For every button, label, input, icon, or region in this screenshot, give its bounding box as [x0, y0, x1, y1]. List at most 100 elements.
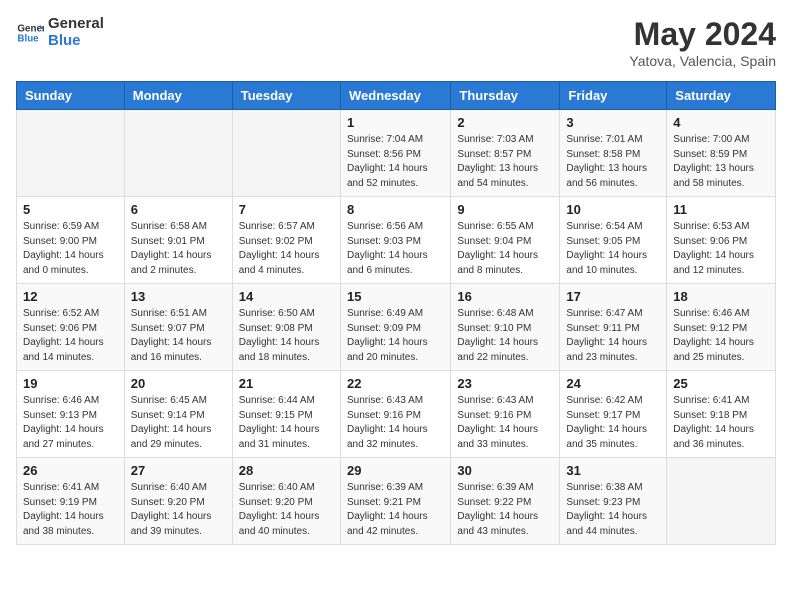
- calendar-day: 21Sunrise: 6:44 AMSunset: 9:15 PMDayligh…: [232, 371, 340, 458]
- day-number: 17: [566, 289, 660, 304]
- weekday-header-sunday: Sunday: [17, 82, 125, 110]
- day-number: 18: [673, 289, 769, 304]
- weekday-header-monday: Monday: [124, 82, 232, 110]
- calendar-day: 7 Sunrise: 6:57 AMSunset: 9:02 PMDaylight…: [232, 197, 340, 284]
- calendar-day: 12 Sunrise: 6:52 AMSunset: 9:06 PMDayligh…: [17, 284, 125, 371]
- day-number: 26: [23, 463, 118, 478]
- day-number: 29: [347, 463, 444, 478]
- day-number: 25: [673, 376, 769, 391]
- calendar-day: [124, 110, 232, 197]
- weekday-header-friday: Friday: [560, 82, 667, 110]
- day-info: Sunrise: 7:00 AMSunset: 8:59 PMDaylight:…: [673, 133, 769, 191]
- calendar-day: 29 Sunrise: 6:39 AMSunset: 9:21 PMDayligh…: [340, 458, 450, 545]
- day-info: Sunrise: 6:40 AMSunset: 9:20 PMDaylight:…: [239, 481, 334, 539]
- calendar-day: [17, 110, 125, 197]
- calendar-day: 28 Sunrise: 6:40 AMSunset: 9:20 PMDayligh…: [232, 458, 340, 545]
- day-info: Sunrise: 6:55 AMSunset: 9:04 PMDaylight:…: [457, 220, 553, 278]
- calendar-day: 16Sunrise: 6:48 AMSunset: 9:10 PMDayligh…: [451, 284, 560, 371]
- day-number: 23: [457, 376, 553, 391]
- day-info: Sunrise: 6:39 AMSunset: 9:21 PMDaylight:…: [347, 481, 444, 539]
- day-number: 12: [23, 289, 118, 304]
- calendar-week-4: 19Sunrise: 6:46 AMSunset: 9:13 PMDayligh…: [17, 371, 776, 458]
- day-info: Sunrise: 6:45 AMSunset: 9:14 PMDaylight:…: [131, 394, 226, 452]
- calendar-day: [667, 458, 776, 545]
- calendar-table: SundayMondayTuesdayWednesdayThursdayFrid…: [16, 81, 776, 545]
- day-info: Sunrise: 6:54 AMSunset: 9:05 PMDaylight:…: [566, 220, 660, 278]
- calendar-week-1: 1Sunrise: 7:04 AMSunset: 8:56 PMDaylight…: [17, 110, 776, 197]
- calendar-day: 20 Sunrise: 6:45 AMSunset: 9:14 PMDayligh…: [124, 371, 232, 458]
- calendar-day: 25 Sunrise: 6:41 AMSunset: 9:18 PMDayligh…: [667, 371, 776, 458]
- day-info: Sunrise: 6:44 AMSunset: 9:15 PMDaylight:…: [239, 394, 334, 452]
- calendar-day: 3 Sunrise: 7:01 AMSunset: 8:58 PMDaylight…: [560, 110, 667, 197]
- day-info: Sunrise: 6:51 AMSunset: 9:07 PMDaylight:…: [131, 307, 226, 365]
- day-number: 7: [239, 202, 334, 217]
- calendar-day: 26Sunrise: 6:41 AMSunset: 9:19 PMDayligh…: [17, 458, 125, 545]
- day-number: 24: [566, 376, 660, 391]
- logo-icon: General Blue: [16, 19, 44, 47]
- day-number: 22: [347, 376, 444, 391]
- day-number: 20: [131, 376, 226, 391]
- day-number: 11: [673, 202, 769, 217]
- page-header: General Blue General Blue May 2024 Yatov…: [16, 16, 776, 69]
- day-info: Sunrise: 6:46 AMSunset: 9:12 PMDaylight:…: [673, 307, 769, 365]
- day-number: 9: [457, 202, 553, 217]
- day-number: 16: [457, 289, 553, 304]
- logo: General Blue General Blue: [16, 16, 104, 49]
- title-block: May 2024 Yatova, Valencia, Spain: [629, 16, 776, 69]
- day-info: Sunrise: 6:49 AMSunset: 9:09 PMDaylight:…: [347, 307, 444, 365]
- calendar-week-2: 5 Sunrise: 6:59 AMSunset: 9:00 PMDaylight…: [17, 197, 776, 284]
- calendar-day: 23Sunrise: 6:43 AMSunset: 9:16 PMDayligh…: [451, 371, 560, 458]
- weekday-header-saturday: Saturday: [667, 82, 776, 110]
- day-number: 27: [131, 463, 226, 478]
- weekday-header-row: SundayMondayTuesdayWednesdayThursdayFrid…: [17, 82, 776, 110]
- calendar-day: 2Sunrise: 7:03 AMSunset: 8:57 PMDaylight…: [451, 110, 560, 197]
- calendar-day: 11 Sunrise: 6:53 AMSunset: 9:06 PMDayligh…: [667, 197, 776, 284]
- day-number: 3: [566, 115, 660, 130]
- day-info: Sunrise: 6:52 AMSunset: 9:06 PMDaylight:…: [23, 307, 118, 365]
- calendar-day: 6Sunrise: 6:58 AMSunset: 9:01 PMDaylight…: [124, 197, 232, 284]
- calendar-day: 15 Sunrise: 6:49 AMSunset: 9:09 PMDayligh…: [340, 284, 450, 371]
- calendar-week-5: 26Sunrise: 6:41 AMSunset: 9:19 PMDayligh…: [17, 458, 776, 545]
- day-number: 19: [23, 376, 118, 391]
- calendar-day: 5 Sunrise: 6:59 AMSunset: 9:00 PMDaylight…: [17, 197, 125, 284]
- calendar-day: 17 Sunrise: 6:47 AMSunset: 9:11 PMDayligh…: [560, 284, 667, 371]
- day-info: Sunrise: 6:39 AMSunset: 9:22 PMDaylight:…: [457, 481, 553, 539]
- day-info: Sunrise: 6:38 AMSunset: 9:23 PMDaylight:…: [566, 481, 660, 539]
- day-info: Sunrise: 6:59 AMSunset: 9:00 PMDaylight:…: [23, 220, 118, 278]
- calendar-day: 24 Sunrise: 6:42 AMSunset: 9:17 PMDayligh…: [560, 371, 667, 458]
- day-info: Sunrise: 6:47 AMSunset: 9:11 PMDaylight:…: [566, 307, 660, 365]
- calendar-day: 31 Sunrise: 6:38 AMSunset: 9:23 PMDayligh…: [560, 458, 667, 545]
- day-info: Sunrise: 6:58 AMSunset: 9:01 PMDaylight:…: [131, 220, 226, 278]
- day-info: Sunrise: 6:41 AMSunset: 9:18 PMDaylight:…: [673, 394, 769, 452]
- calendar-day: 22 Sunrise: 6:43 AMSunset: 9:16 PMDayligh…: [340, 371, 450, 458]
- logo-blue: Blue: [48, 33, 104, 50]
- calendar-day: 9 Sunrise: 6:55 AMSunset: 9:04 PMDaylight…: [451, 197, 560, 284]
- day-info: Sunrise: 7:01 AMSunset: 8:58 PMDaylight:…: [566, 133, 660, 191]
- calendar-day: 10 Sunrise: 6:54 AMSunset: 9:05 PMDayligh…: [560, 197, 667, 284]
- day-info: Sunrise: 6:42 AMSunset: 9:17 PMDaylight:…: [566, 394, 660, 452]
- day-info: Sunrise: 6:40 AMSunset: 9:20 PMDaylight:…: [131, 481, 226, 539]
- day-number: 28: [239, 463, 334, 478]
- day-info: Sunrise: 6:43 AMSunset: 9:16 PMDaylight:…: [347, 394, 444, 452]
- day-number: 5: [23, 202, 118, 217]
- svg-text:Blue: Blue: [17, 33, 39, 44]
- location: Yatova, Valencia, Spain: [629, 53, 776, 69]
- day-number: 31: [566, 463, 660, 478]
- day-number: 2: [457, 115, 553, 130]
- calendar-day: 14Sunrise: 6:50 AMSunset: 9:08 PMDayligh…: [232, 284, 340, 371]
- day-info: Sunrise: 6:56 AMSunset: 9:03 PMDaylight:…: [347, 220, 444, 278]
- day-info: Sunrise: 6:53 AMSunset: 9:06 PMDaylight:…: [673, 220, 769, 278]
- day-info: Sunrise: 6:57 AMSunset: 9:02 PMDaylight:…: [239, 220, 334, 278]
- calendar-day: 1Sunrise: 7:04 AMSunset: 8:56 PMDaylight…: [340, 110, 450, 197]
- day-info: Sunrise: 6:50 AMSunset: 9:08 PMDaylight:…: [239, 307, 334, 365]
- weekday-header-wednesday: Wednesday: [340, 82, 450, 110]
- day-number: 30: [457, 463, 553, 478]
- logo-general: General: [48, 16, 104, 33]
- calendar-day: 30 Sunrise: 6:39 AMSunset: 9:22 PMDayligh…: [451, 458, 560, 545]
- month-year: May 2024: [629, 16, 776, 53]
- day-number: 8: [347, 202, 444, 217]
- day-number: 15: [347, 289, 444, 304]
- day-number: 10: [566, 202, 660, 217]
- calendar-day: 19Sunrise: 6:46 AMSunset: 9:13 PMDayligh…: [17, 371, 125, 458]
- weekday-header-tuesday: Tuesday: [232, 82, 340, 110]
